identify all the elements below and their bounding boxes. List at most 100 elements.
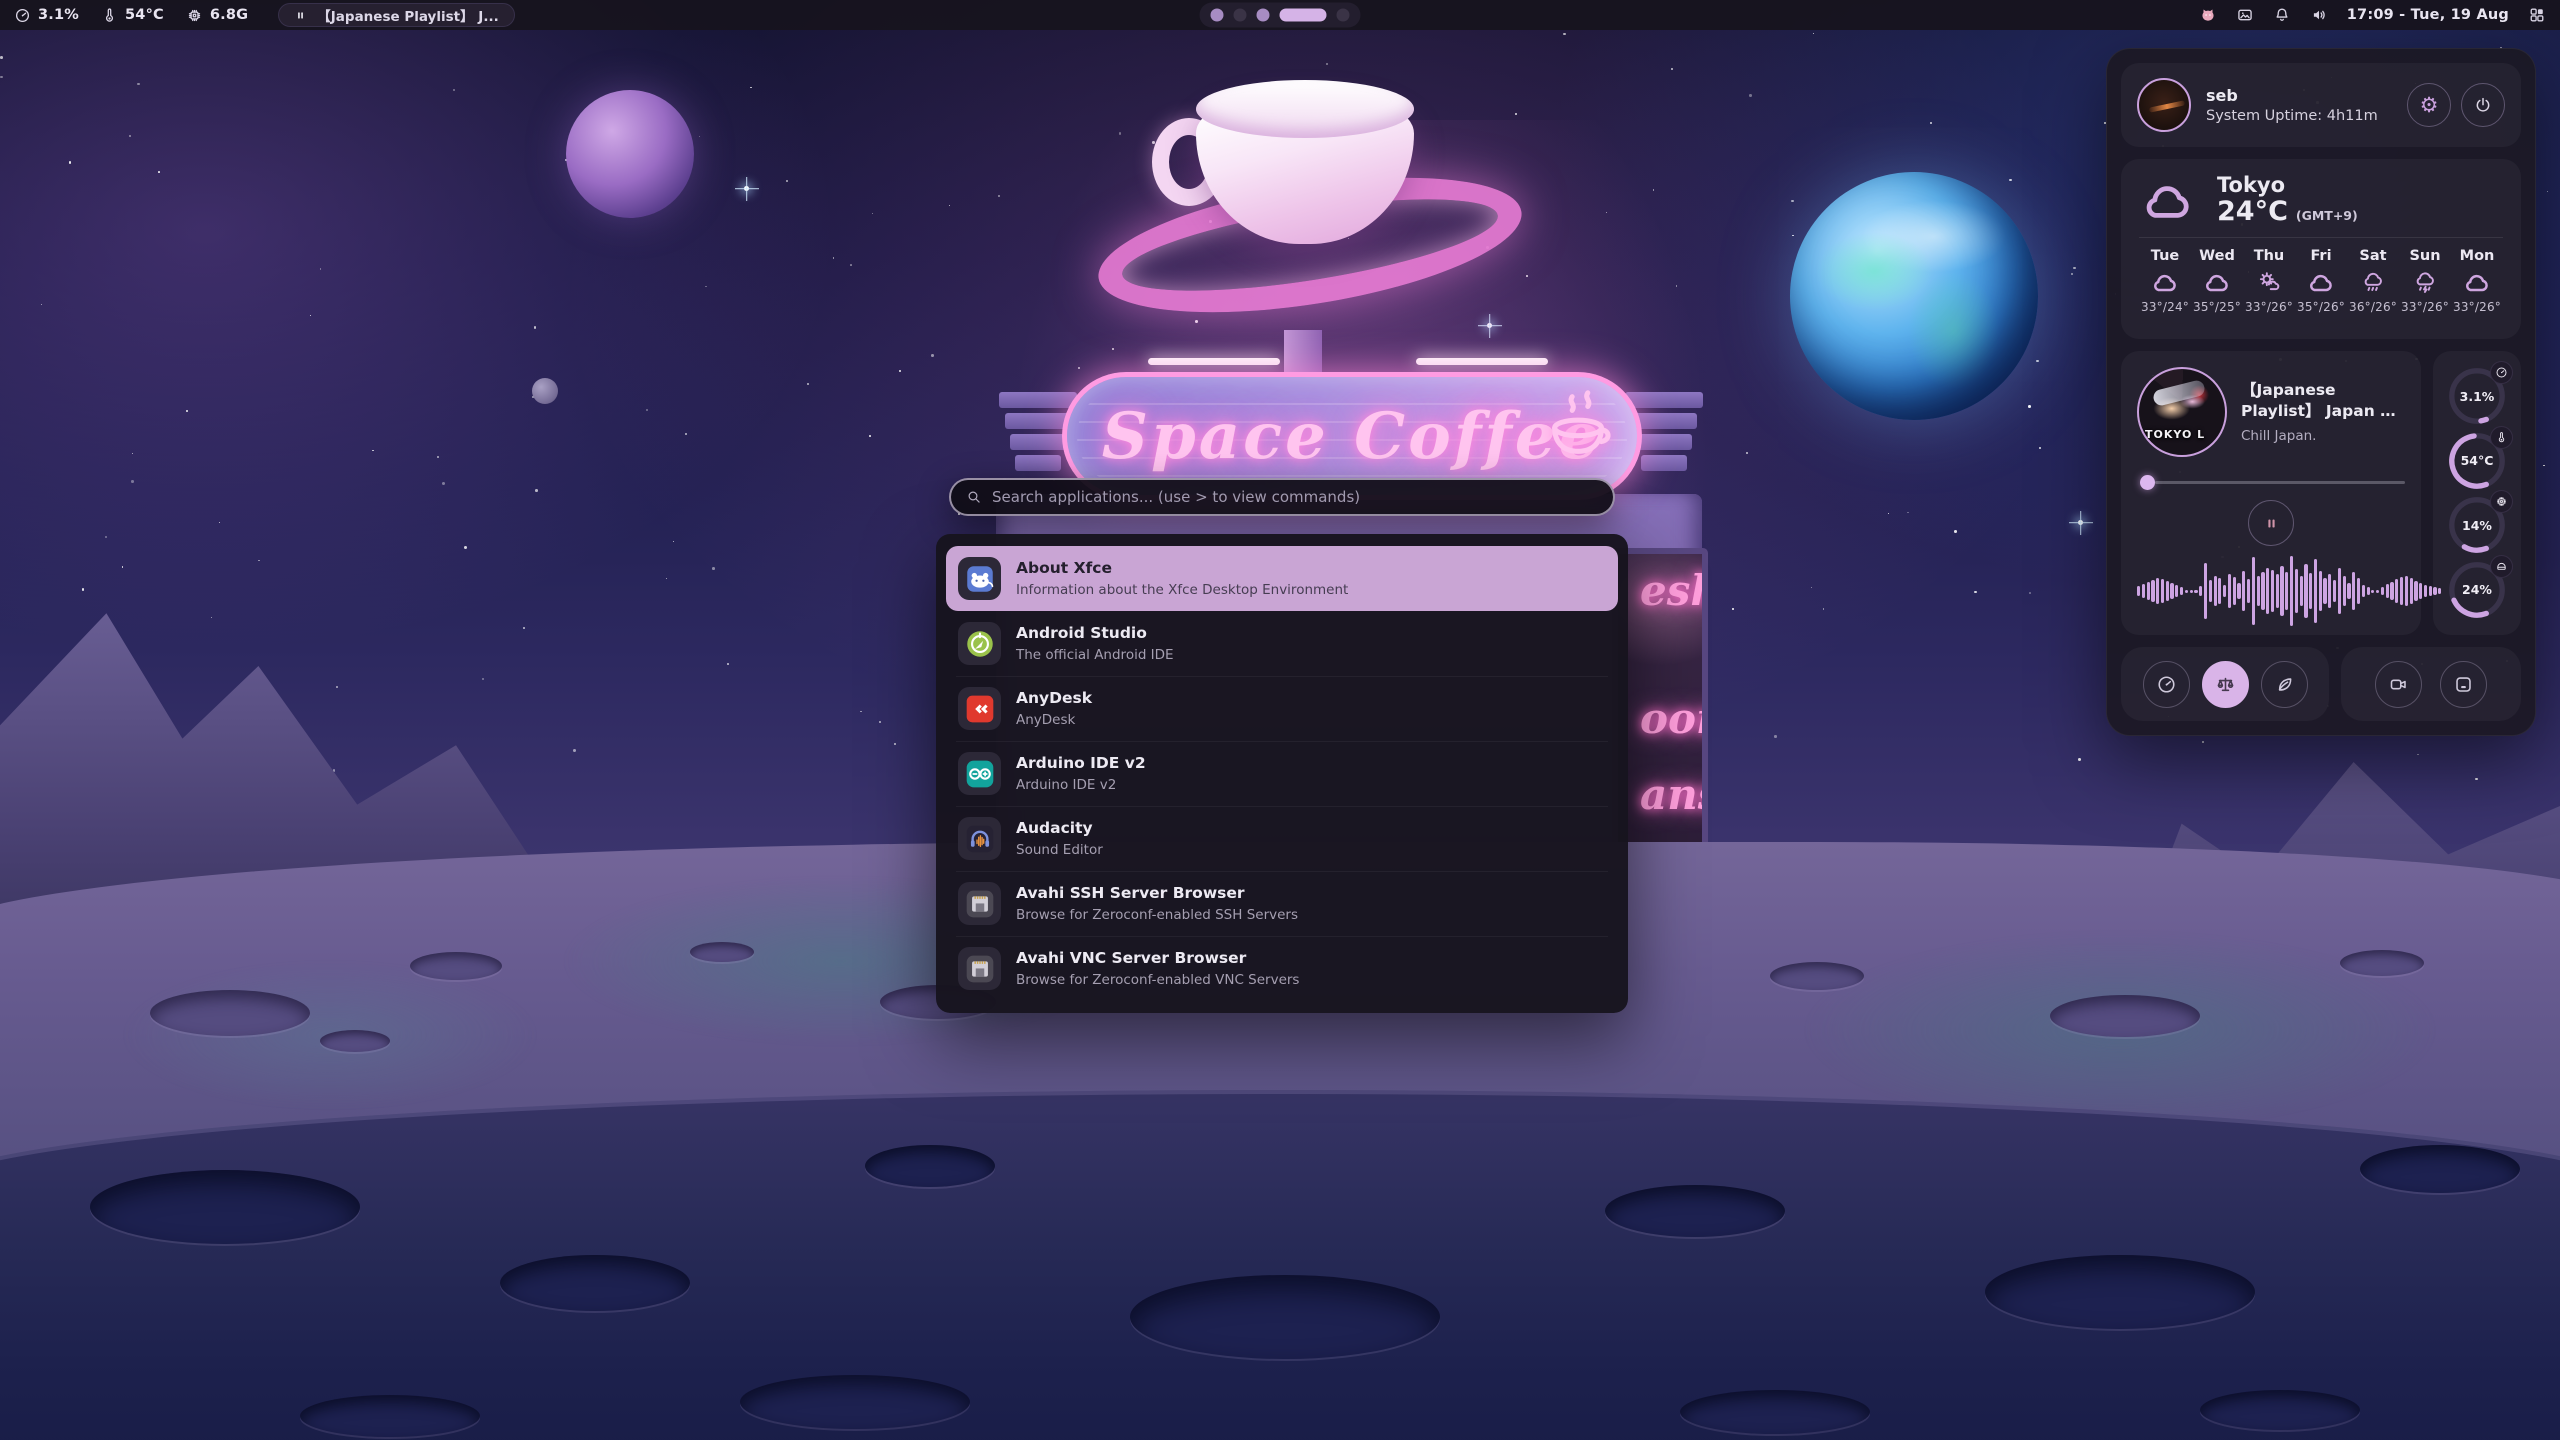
- cpu-usage-stat: 3.1%: [14, 7, 79, 24]
- gear-icon: ⚙: [2420, 95, 2439, 116]
- weather-temperature: 24°C: [2217, 197, 2288, 227]
- power-profile-balanced-button[interactable]: [2202, 661, 2249, 708]
- power-profile-performance-button[interactable]: [2143, 661, 2190, 708]
- app-name: Android Studio: [1016, 624, 1174, 643]
- forecast-temps: 33°/26°: [2245, 300, 2293, 314]
- audio-waveform: [2137, 556, 2405, 626]
- workspace-dot-3[interactable]: [1257, 9, 1270, 22]
- sun-cloud-icon: [2254, 269, 2284, 295]
- media-player-widget: TOKYO L 【Japanese Playlist】 Japan All Ni…: [2121, 351, 2421, 635]
- cloud-icon: [2462, 269, 2492, 295]
- launcher-search-bar: [949, 478, 1615, 516]
- track-title: 【Japanese Playlist】 Japan All Night - To…: [2241, 380, 2405, 422]
- weather-timezone: (GMT+9): [2296, 209, 2358, 223]
- screenshot-icon: [2453, 674, 2474, 695]
- xfce-icon: [958, 557, 1001, 600]
- network-icon: [958, 882, 1001, 925]
- cpu-gauge: 3.1%: [2446, 365, 2508, 427]
- app-row[interactable]: AnyDesk AnyDesk: [946, 676, 1618, 741]
- forecast-day: Fri35°/26°: [2295, 248, 2347, 314]
- system-gauges: 3.1%54°C14%24%: [2433, 351, 2521, 635]
- cloud-icon: [2202, 269, 2232, 295]
- seek-slider[interactable]: [2137, 475, 2405, 490]
- disk-gauge: 24%: [2446, 559, 2508, 621]
- taskbar-tray: 17:09 - Tue, 19 Aug: [2199, 6, 2546, 24]
- app-row[interactable]: Android Studio The official Android IDE: [946, 611, 1618, 676]
- app-row[interactable]: Avahi SSH Server BrowserBrowse for Zeroc…: [946, 871, 1618, 936]
- power-button[interactable]: [2461, 83, 2505, 127]
- memory-stat: 6.8G: [186, 7, 248, 24]
- app-description: The official Android IDE: [1016, 647, 1174, 663]
- app-name: Avahi VNC Server Browser: [1016, 949, 1299, 968]
- app-description: AnyDesk: [1016, 712, 1092, 728]
- audacity-icon: [958, 817, 1001, 860]
- forecast-day-label: Thu: [2254, 248, 2285, 264]
- track-artist: Chill Japan.: [2241, 428, 2405, 444]
- app-description: Browse for Zeroconf-enabled SSH Servers: [1016, 907, 1298, 923]
- forecast-day-label: Mon: [2460, 248, 2495, 264]
- notifications-bell-icon[interactable]: [2273, 6, 2291, 24]
- forecast-day: Sun 33°/26°: [2399, 248, 2451, 314]
- app-description: Information about the Xfce Desktop Envir…: [1016, 582, 1348, 598]
- rain-icon: [2358, 269, 2388, 295]
- pause-icon: [2263, 515, 2280, 532]
- power-profile-power-saver-button[interactable]: [2261, 661, 2308, 708]
- dashboard-panel: seb System Uptime: 4h11m ⚙ Tokyo 24°C: [2106, 48, 2536, 736]
- app-row[interactable]: Arduino IDE v2Arduino IDE v2: [946, 741, 1618, 806]
- speedometer-icon: [2156, 674, 2177, 695]
- seek-handle[interactable]: [2140, 475, 2155, 490]
- temperature-gauge: 54°C: [2446, 430, 2508, 492]
- search-input[interactable]: [992, 488, 1598, 506]
- album-art: TOKYO L: [2137, 367, 2227, 457]
- app-row[interactable]: About Xfce Information about the Xfce Des…: [946, 546, 1618, 611]
- app-name: About Xfce: [1016, 559, 1348, 578]
- album-art-label: TOKYO L: [2145, 428, 2205, 441]
- thermometer-icon: [2490, 426, 2513, 449]
- wallpaper-tray-icon[interactable]: [2236, 6, 2254, 24]
- app-grid-icon[interactable]: [2528, 6, 2546, 24]
- android-studio-icon: [958, 622, 1001, 665]
- forecast-day-label: Sun: [2409, 248, 2440, 264]
- workspace-dot-4[interactable]: [1280, 9, 1327, 22]
- arduino-icon: [958, 752, 1001, 795]
- app-row[interactable]: Avahi VNC Server BrowserBrowse for Zeroc…: [946, 936, 1618, 1001]
- volume-icon[interactable]: [2310, 6, 2328, 24]
- workspace-dot-2[interactable]: [1234, 9, 1247, 22]
- app-name: Arduino IDE v2: [1016, 754, 1146, 773]
- capture-buttons: [2341, 647, 2521, 721]
- workspace-dot-1[interactable]: [1211, 9, 1224, 22]
- cloud-icon: [2150, 269, 2180, 295]
- chip-icon: [2490, 490, 2513, 513]
- power-profile-selector: [2121, 647, 2329, 721]
- speedometer-icon: [2490, 361, 2513, 384]
- app-results-list: About Xfce Information about the Xfce Des…: [936, 534, 1628, 1013]
- now-playing-pill[interactable]: 【Japanese Playlist】 J...: [278, 3, 514, 27]
- power-icon: [2473, 95, 2493, 115]
- system-uptime: System Uptime: 4h11m: [2206, 108, 2378, 124]
- avatar[interactable]: [2137, 78, 2191, 132]
- app-name: AnyDesk: [1016, 689, 1092, 708]
- cloud-icon: [2306, 269, 2336, 295]
- screen-record-button[interactable]: [2375, 661, 2422, 708]
- forecast-temps: 36°/26°: [2349, 300, 2397, 314]
- play-pause-button[interactable]: [2248, 500, 2294, 546]
- screenshot-button[interactable]: [2440, 661, 2487, 708]
- app-row[interactable]: AudacitySound Editor: [946, 806, 1618, 871]
- forecast-day: Wed35°/25°: [2191, 248, 2243, 314]
- search-icon: [966, 489, 982, 505]
- app-description: Sound Editor: [1016, 842, 1103, 858]
- forecast-day: Thu 33°/26°: [2243, 248, 2295, 314]
- anydesk-icon: [958, 687, 1001, 730]
- workspace-dot-5[interactable]: [1337, 9, 1350, 22]
- taskbar: 3.1% 54°C 6.8G 【Japanese Playlist】 J... …: [0, 0, 2560, 30]
- forecast-day-label: Sat: [2359, 248, 2386, 264]
- forecast-temps: 33°/26°: [2401, 300, 2449, 314]
- forecast-row: Tue33°/24°Wed35°/25°Thu33°/26°Fri35°/26°…: [2139, 248, 2503, 314]
- forecast-day: Mon 33°/26°: [2451, 248, 2503, 314]
- clock[interactable]: 17:09 - Tue, 19 Aug: [2347, 7, 2509, 23]
- cat-tray-icon[interactable]: [2199, 6, 2217, 24]
- cloud-icon: [2139, 176, 2201, 224]
- weather-city: Tokyo: [2217, 173, 2358, 197]
- settings-button[interactable]: ⚙: [2407, 83, 2451, 127]
- forecast-temps: 33°/26°: [2453, 300, 2501, 314]
